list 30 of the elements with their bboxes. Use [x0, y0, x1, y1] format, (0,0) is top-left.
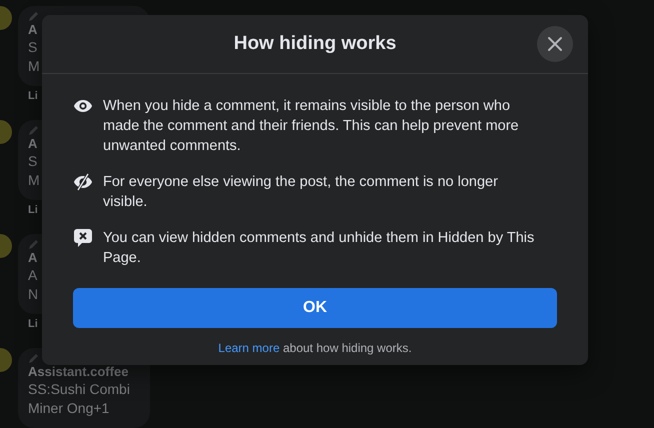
- pencil-icon: [28, 352, 40, 364]
- ok-button[interactable]: OK: [73, 288, 557, 328]
- comment-actions: Li: [28, 204, 38, 216]
- comment-text: M: [28, 57, 40, 76]
- pencil-icon: [28, 124, 40, 136]
- pencil-icon: [28, 10, 40, 22]
- close-icon: [547, 36, 563, 52]
- speech-bubble-x-icon: [73, 228, 93, 248]
- comment-text: SS:Sushi Combi: [28, 380, 130, 399]
- comment-actions: Li: [28, 90, 38, 102]
- close-button[interactable]: [537, 26, 573, 62]
- comment-text: Miner Ong+1: [28, 399, 110, 418]
- info-text: For everyone else viewing the post, the comment is no longer visible.: [103, 173, 499, 212]
- commenter-name: A: [28, 22, 38, 38]
- comment-actions: Li: [28, 318, 38, 330]
- eye-slash-icon: [73, 172, 93, 192]
- comment-text: S: [28, 152, 38, 171]
- comment-text: N: [28, 285, 38, 304]
- footer-text: about how hiding works.: [282, 341, 412, 355]
- commenter-name: A: [28, 136, 38, 152]
- dialog-title: How hiding works: [234, 33, 396, 55]
- commenter-name: A: [28, 250, 38, 266]
- commenter-name: Assistant.coffee: [28, 364, 128, 380]
- info-text: You can view hidden comments and unhide them in Hidden by This Page.: [103, 229, 536, 268]
- comment-text: A: [28, 266, 38, 285]
- comment-text: M: [28, 171, 40, 190]
- info-text: When you hide a comment, it remains visible to the person who made the comment and their friends. This can help prevent more unwanted comments.: [103, 97, 520, 156]
- learn-more-link[interactable]: Learn more: [218, 341, 280, 355]
- comment-text: S: [28, 38, 38, 57]
- pencil-icon: [28, 238, 40, 250]
